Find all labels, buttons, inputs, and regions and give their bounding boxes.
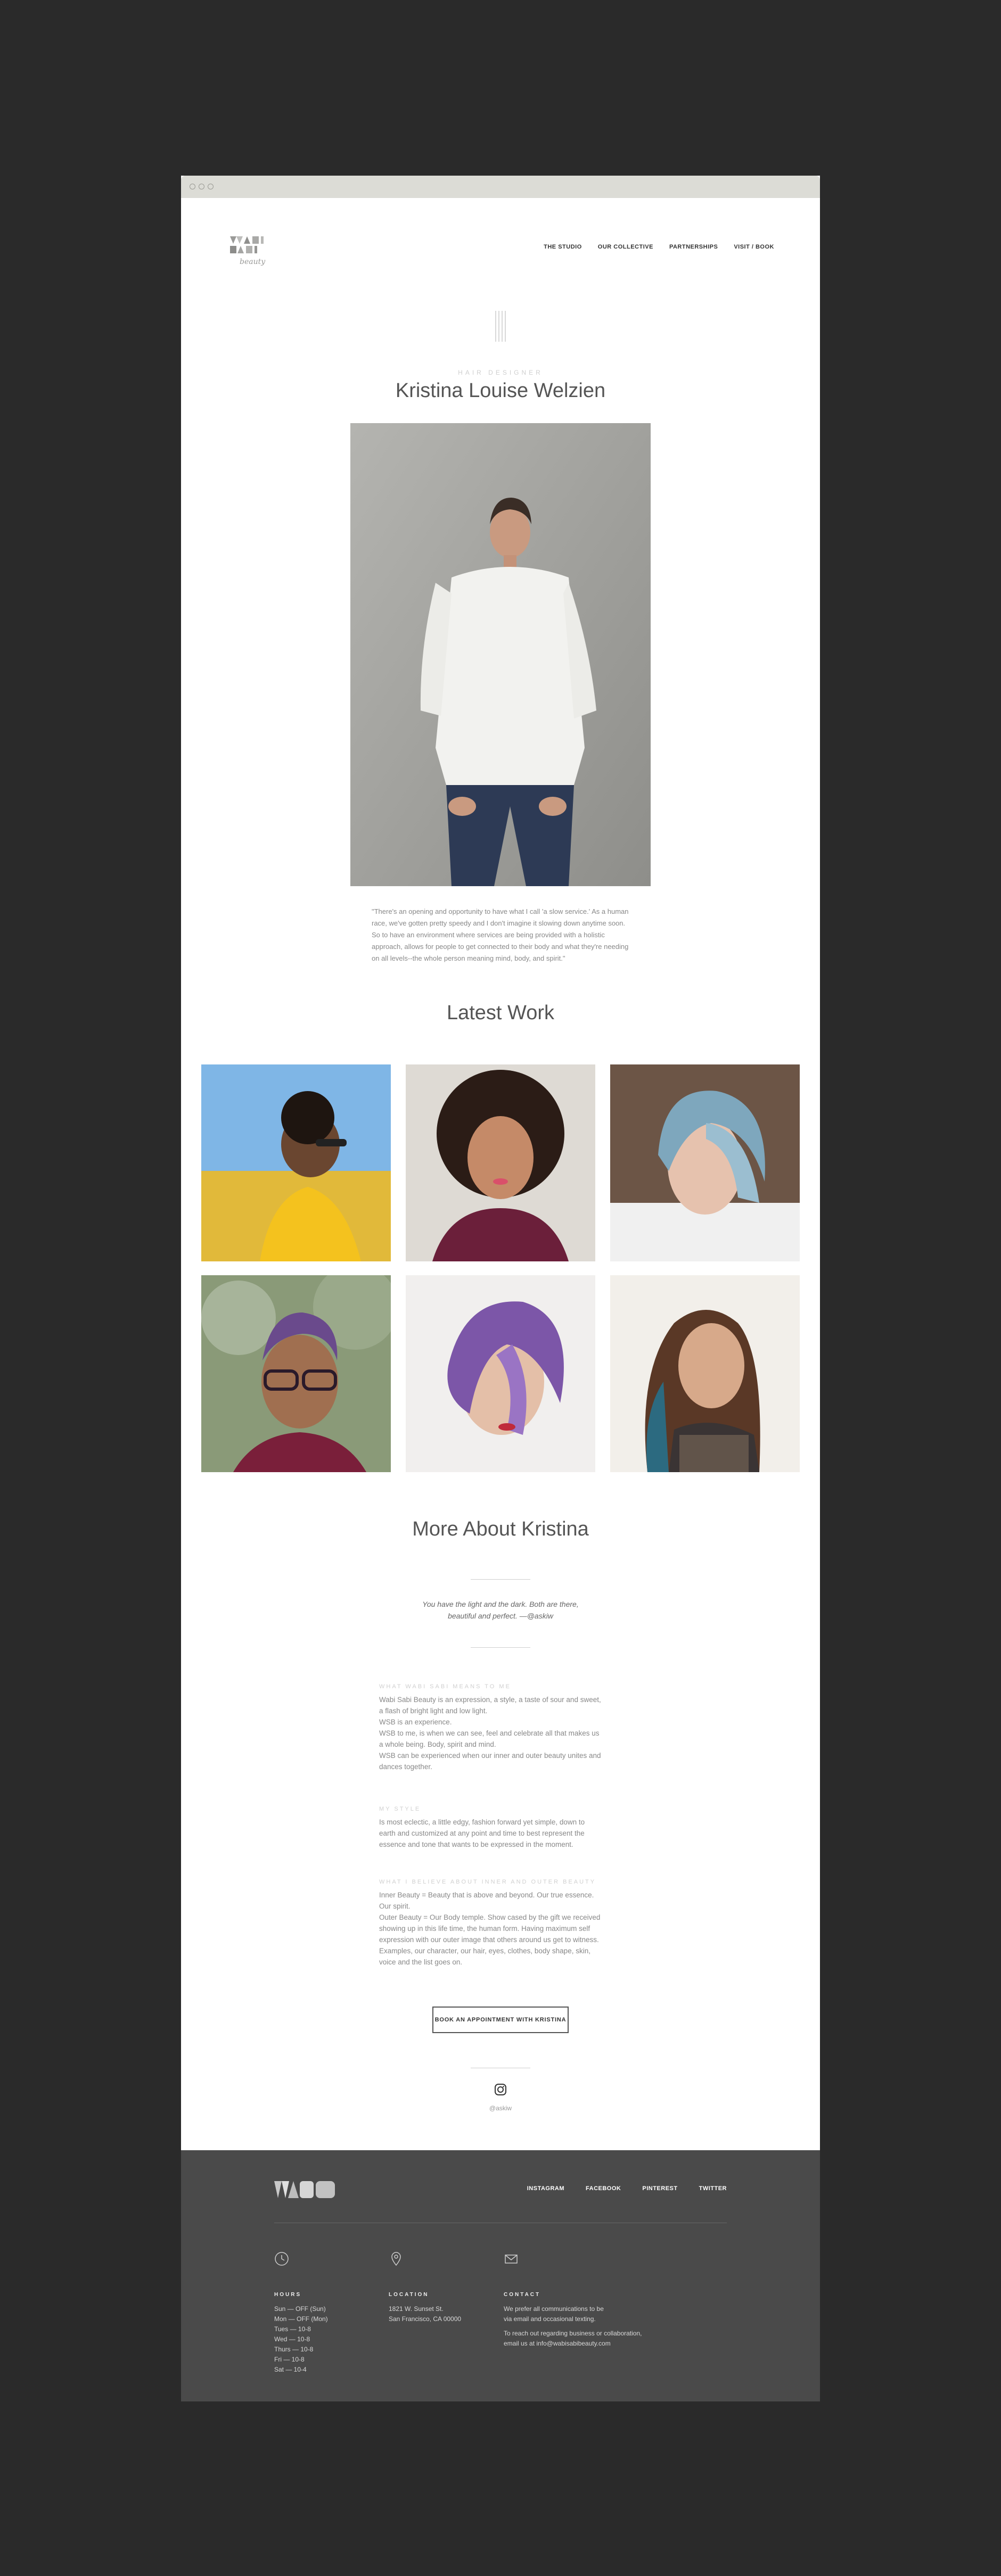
body-line: WSB to me, is when we can see, feel and …: [379, 1729, 600, 1748]
gallery-item-2[interactable]: [406, 1064, 595, 1261]
hours-line: Sat — 10-4: [274, 2366, 307, 2373]
contact-line: To reach out regarding business or colla…: [504, 2330, 642, 2337]
gallery-item-4[interactable]: [201, 1275, 391, 1472]
footer-link-pinterest[interactable]: PINTEREST: [642, 2185, 677, 2192]
nav-link-studio[interactable]: THE STUDIO: [544, 244, 582, 250]
work-gallery: [201, 1064, 801, 1472]
footer-logo[interactable]: [274, 2180, 338, 2199]
profile-portrait-image: [350, 423, 651, 886]
envelope-icon: [505, 2255, 518, 2264]
contact-email[interactable]: email us at info@wabisabibeauty.com: [504, 2339, 642, 2349]
site-footer: INSTAGRAM FACEBOOK PINTEREST TWITTER Hou…: [181, 2150, 820, 2401]
footer-link-facebook[interactable]: FACEBOOK: [586, 2185, 621, 2192]
section-body-beauty: Inner Beauty = Beauty that is above and …: [379, 1889, 603, 1968]
window-minimize-dot[interactable]: [199, 184, 204, 189]
gallery-item-3[interactable]: [610, 1064, 800, 1261]
hours-line: Fri — 10-8: [274, 2356, 305, 2363]
epigraph-line: beautiful and perfect. —@askiw: [448, 1612, 553, 1620]
gallery-item-6[interactable]: [610, 1275, 800, 1472]
location-line: 1821 W. Sunset St.: [389, 2305, 444, 2313]
browser-window: beauty THE STUDIO OUR COLLECTIVE PARTNER…: [181, 176, 820, 2401]
body-line: Wabi Sabi Beauty is an expression, a sty…: [379, 1696, 601, 1715]
nav-link-partnerships[interactable]: PARTNERSHIPS: [669, 244, 718, 250]
footer-link-twitter[interactable]: TWITTER: [699, 2185, 727, 2192]
divider: [471, 1579, 530, 1580]
section-body-wabi-sabi: Wabi Sabi Beauty is an expression, a sty…: [379, 1694, 603, 1772]
body-line: Inner Beauty = Beauty that is above and …: [379, 1891, 594, 1910]
section-heading-my-style: My Style: [379, 1806, 421, 1812]
footer-hours-heading: Hours: [274, 2292, 302, 2298]
footer-location-column: Location 1821 W. Sunset St. San Francisc…: [389, 2251, 461, 2324]
divider: [471, 1647, 530, 1648]
nav-link-visit-book[interactable]: VISIT / BOOK: [734, 244, 774, 250]
footer-hours-column: Hours Sun — OFF (Sun) Mon — OFF (Mon) Tu…: [274, 2251, 328, 2375]
window-close-dot[interactable]: [190, 184, 195, 189]
footer-link-instagram[interactable]: INSTAGRAM: [527, 2185, 564, 2192]
instagram-handle[interactable]: @askiw: [181, 2104, 820, 2112]
gallery-item-5[interactable]: [406, 1275, 595, 1472]
window-maximize-dot[interactable]: [208, 184, 214, 189]
location-line: San Francisco, CA 00000: [389, 2315, 462, 2323]
more-about-title: More About Kristina: [412, 1518, 589, 1540]
footer-location-heading: Location: [389, 2292, 429, 2298]
main-nav: THE STUDIO OUR COLLECTIVE PARTNERSHIPS V…: [544, 244, 774, 250]
epigraph-quote: You have the light and the dark. Both ar…: [181, 1598, 820, 1622]
section-heading-beauty: What I Believe About Inner And Outer Bea…: [379, 1879, 596, 1885]
profile-name: Kristina Louise Welzien: [395, 379, 606, 402]
hours-line: Tues — 10-8: [274, 2325, 311, 2333]
body-line: Outer Beauty = Our Body temple. Show cas…: [379, 1913, 601, 1966]
footer-contact-column: Contact We prefer all communications to …: [504, 2251, 642, 2349]
decorative-stripes-icon: [494, 311, 507, 342]
hours-line: Wed — 10-8: [274, 2335, 310, 2343]
map-pin-icon: [391, 2252, 401, 2266]
svg-text:beauty: beauty: [240, 258, 266, 266]
instagram-icon[interactable]: [494, 2083, 507, 2096]
clock-icon: [275, 2252, 289, 2266]
body-line: WSB can be experienced when our inner an…: [379, 1752, 601, 1771]
book-appointment-button[interactable]: BOOK AN APPOINTMENT WITH KRISTINA: [432, 2007, 569, 2033]
hours-line: Thurs — 10-8: [274, 2346, 314, 2353]
contact-line: via email and occasional texting.: [504, 2315, 596, 2323]
browser-chrome: [181, 176, 820, 198]
hours-line: Mon — OFF (Mon): [274, 2315, 328, 2323]
site-logo[interactable]: beauty: [229, 234, 288, 277]
body-line: WSB is an experience.: [379, 1718, 452, 1726]
body-line: Is most eclectic, a little edgy, fashion…: [379, 1818, 585, 1848]
footer-social-links: INSTAGRAM FACEBOOK PINTEREST TWITTER: [527, 2185, 727, 2192]
epigraph-line: You have the light and the dark. Both ar…: [422, 1600, 579, 1608]
hours-line: Sun — OFF (Sun): [274, 2305, 326, 2313]
gallery-item-1[interactable]: [201, 1064, 391, 1261]
latest-work-title: Latest Work: [446, 1002, 555, 1024]
profile-role: Hair Designer: [458, 369, 543, 376]
profile-quote: "There's an opening and opportunity to h…: [372, 907, 629, 962]
section-heading-wabi-sabi: What Wabi Sabi Means To Me: [379, 1683, 511, 1690]
footer-contact-heading: Contact: [504, 2292, 541, 2298]
section-body-my-style: Is most eclectic, a little edgy, fashion…: [379, 1817, 603, 1850]
contact-line: We prefer all communications to be: [504, 2305, 604, 2313]
nav-link-collective[interactable]: OUR COLLECTIVE: [598, 244, 653, 250]
